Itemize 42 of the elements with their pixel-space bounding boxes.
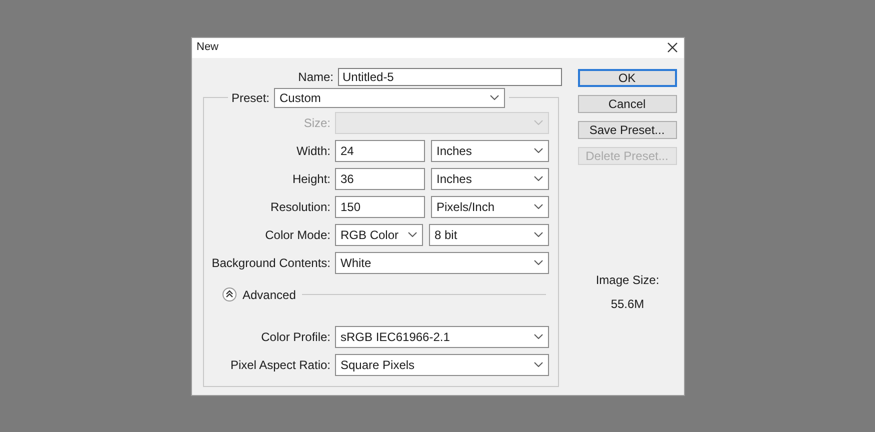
image-size-label: Image Size: <box>594 272 660 288</box>
chevron-down-icon <box>534 362 542 367</box>
chevron-down-icon <box>534 260 542 265</box>
chevron-down-icon <box>534 148 542 153</box>
dropdown[interactable]: Square Pixels <box>334 354 548 376</box>
section-label: Advanced <box>242 286 296 304</box>
field-label: Height: <box>291 170 330 188</box>
chevron-down-icon <box>534 120 542 125</box>
collapse-icon[interactable] <box>222 287 236 302</box>
chevron-down-icon <box>534 176 542 181</box>
field-label: Name: <box>297 68 334 86</box>
chevron-down-icon <box>534 232 542 237</box>
chevron-down-icon <box>534 334 542 339</box>
dropdown[interactable]: Inches <box>430 140 548 162</box>
number-field[interactable]: 36 <box>334 168 424 190</box>
window-title: New <box>196 40 219 56</box>
dropdown[interactable]: sRGB IEC61966-2.1 <box>334 326 548 348</box>
chevron-down-icon <box>534 204 542 209</box>
dropdown[interactable]: Pixels/Inch <box>430 196 548 218</box>
dropdown[interactable]: RGB Color <box>334 224 422 246</box>
field-label: Background Contents: <box>210 254 330 272</box>
field-label: Pixel Aspect Ratio: <box>229 356 330 374</box>
name-field[interactable]: Untitled-5 <box>338 68 562 86</box>
number-field[interactable]: 150 <box>334 196 424 218</box>
chevron-down-icon <box>408 232 416 237</box>
field-label: Color Profile: <box>260 328 330 346</box>
image-size-value: 55.6M <box>610 296 646 312</box>
close-icon[interactable] <box>666 42 678 53</box>
dialog-button[interactable]: OK <box>578 68 676 86</box>
field-label: Size: <box>302 114 330 132</box>
dialog-button[interactable]: Save Preset... <box>578 120 676 138</box>
dropdown[interactable]: Inches <box>430 168 548 190</box>
field-label: Preset: <box>232 90 270 106</box>
field-label: Color Mode: <box>264 226 330 244</box>
chevron-down-icon <box>490 95 499 100</box>
field-label: Resolution: <box>269 198 330 216</box>
dropdown[interactable]: 8 bit <box>428 224 548 246</box>
preset-dropdown[interactable]: Custom <box>274 88 505 108</box>
dialog-button[interactable]: Cancel <box>578 94 676 112</box>
number-field[interactable]: 24 <box>334 140 424 162</box>
dropdown[interactable]: White <box>334 252 548 274</box>
field-label: Width: <box>295 142 330 160</box>
